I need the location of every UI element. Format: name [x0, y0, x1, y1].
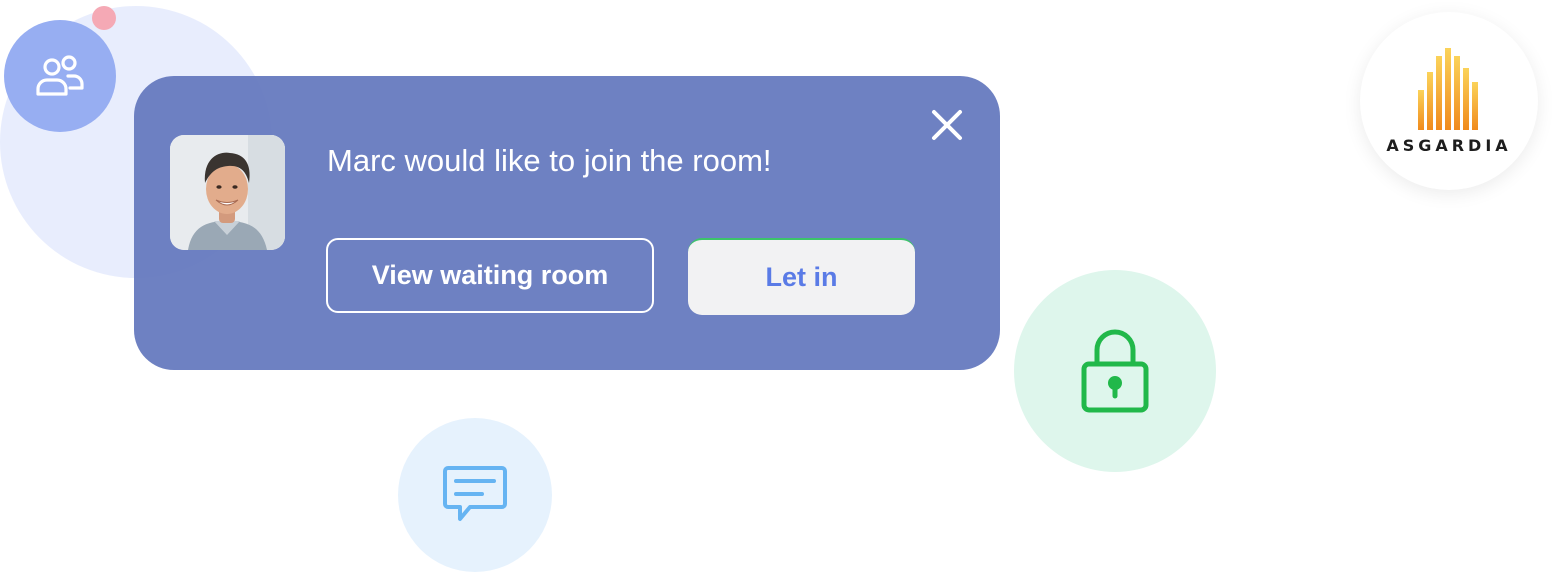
let-in-button[interactable]: Let in [688, 238, 915, 315]
brand-logo [1360, 12, 1538, 190]
participants-button[interactable] [4, 20, 116, 132]
brand-name: ASGARDIA [1386, 136, 1512, 155]
close-icon [932, 110, 962, 140]
notification-dot [92, 6, 116, 30]
view-waiting-room-button[interactable]: View waiting room [326, 238, 654, 313]
security-badge [1014, 270, 1216, 472]
avatar [170, 135, 285, 250]
asgardia-logo-icon [1418, 48, 1478, 130]
users-icon [36, 55, 84, 96]
lock-icon [1081, 329, 1149, 413]
close-button[interactable] [924, 102, 970, 148]
chat-icon [443, 466, 507, 521]
chat-badge [398, 418, 552, 572]
user-photo [170, 135, 285, 250]
join-request-message: Marc would like to join the room! [327, 143, 772, 178]
